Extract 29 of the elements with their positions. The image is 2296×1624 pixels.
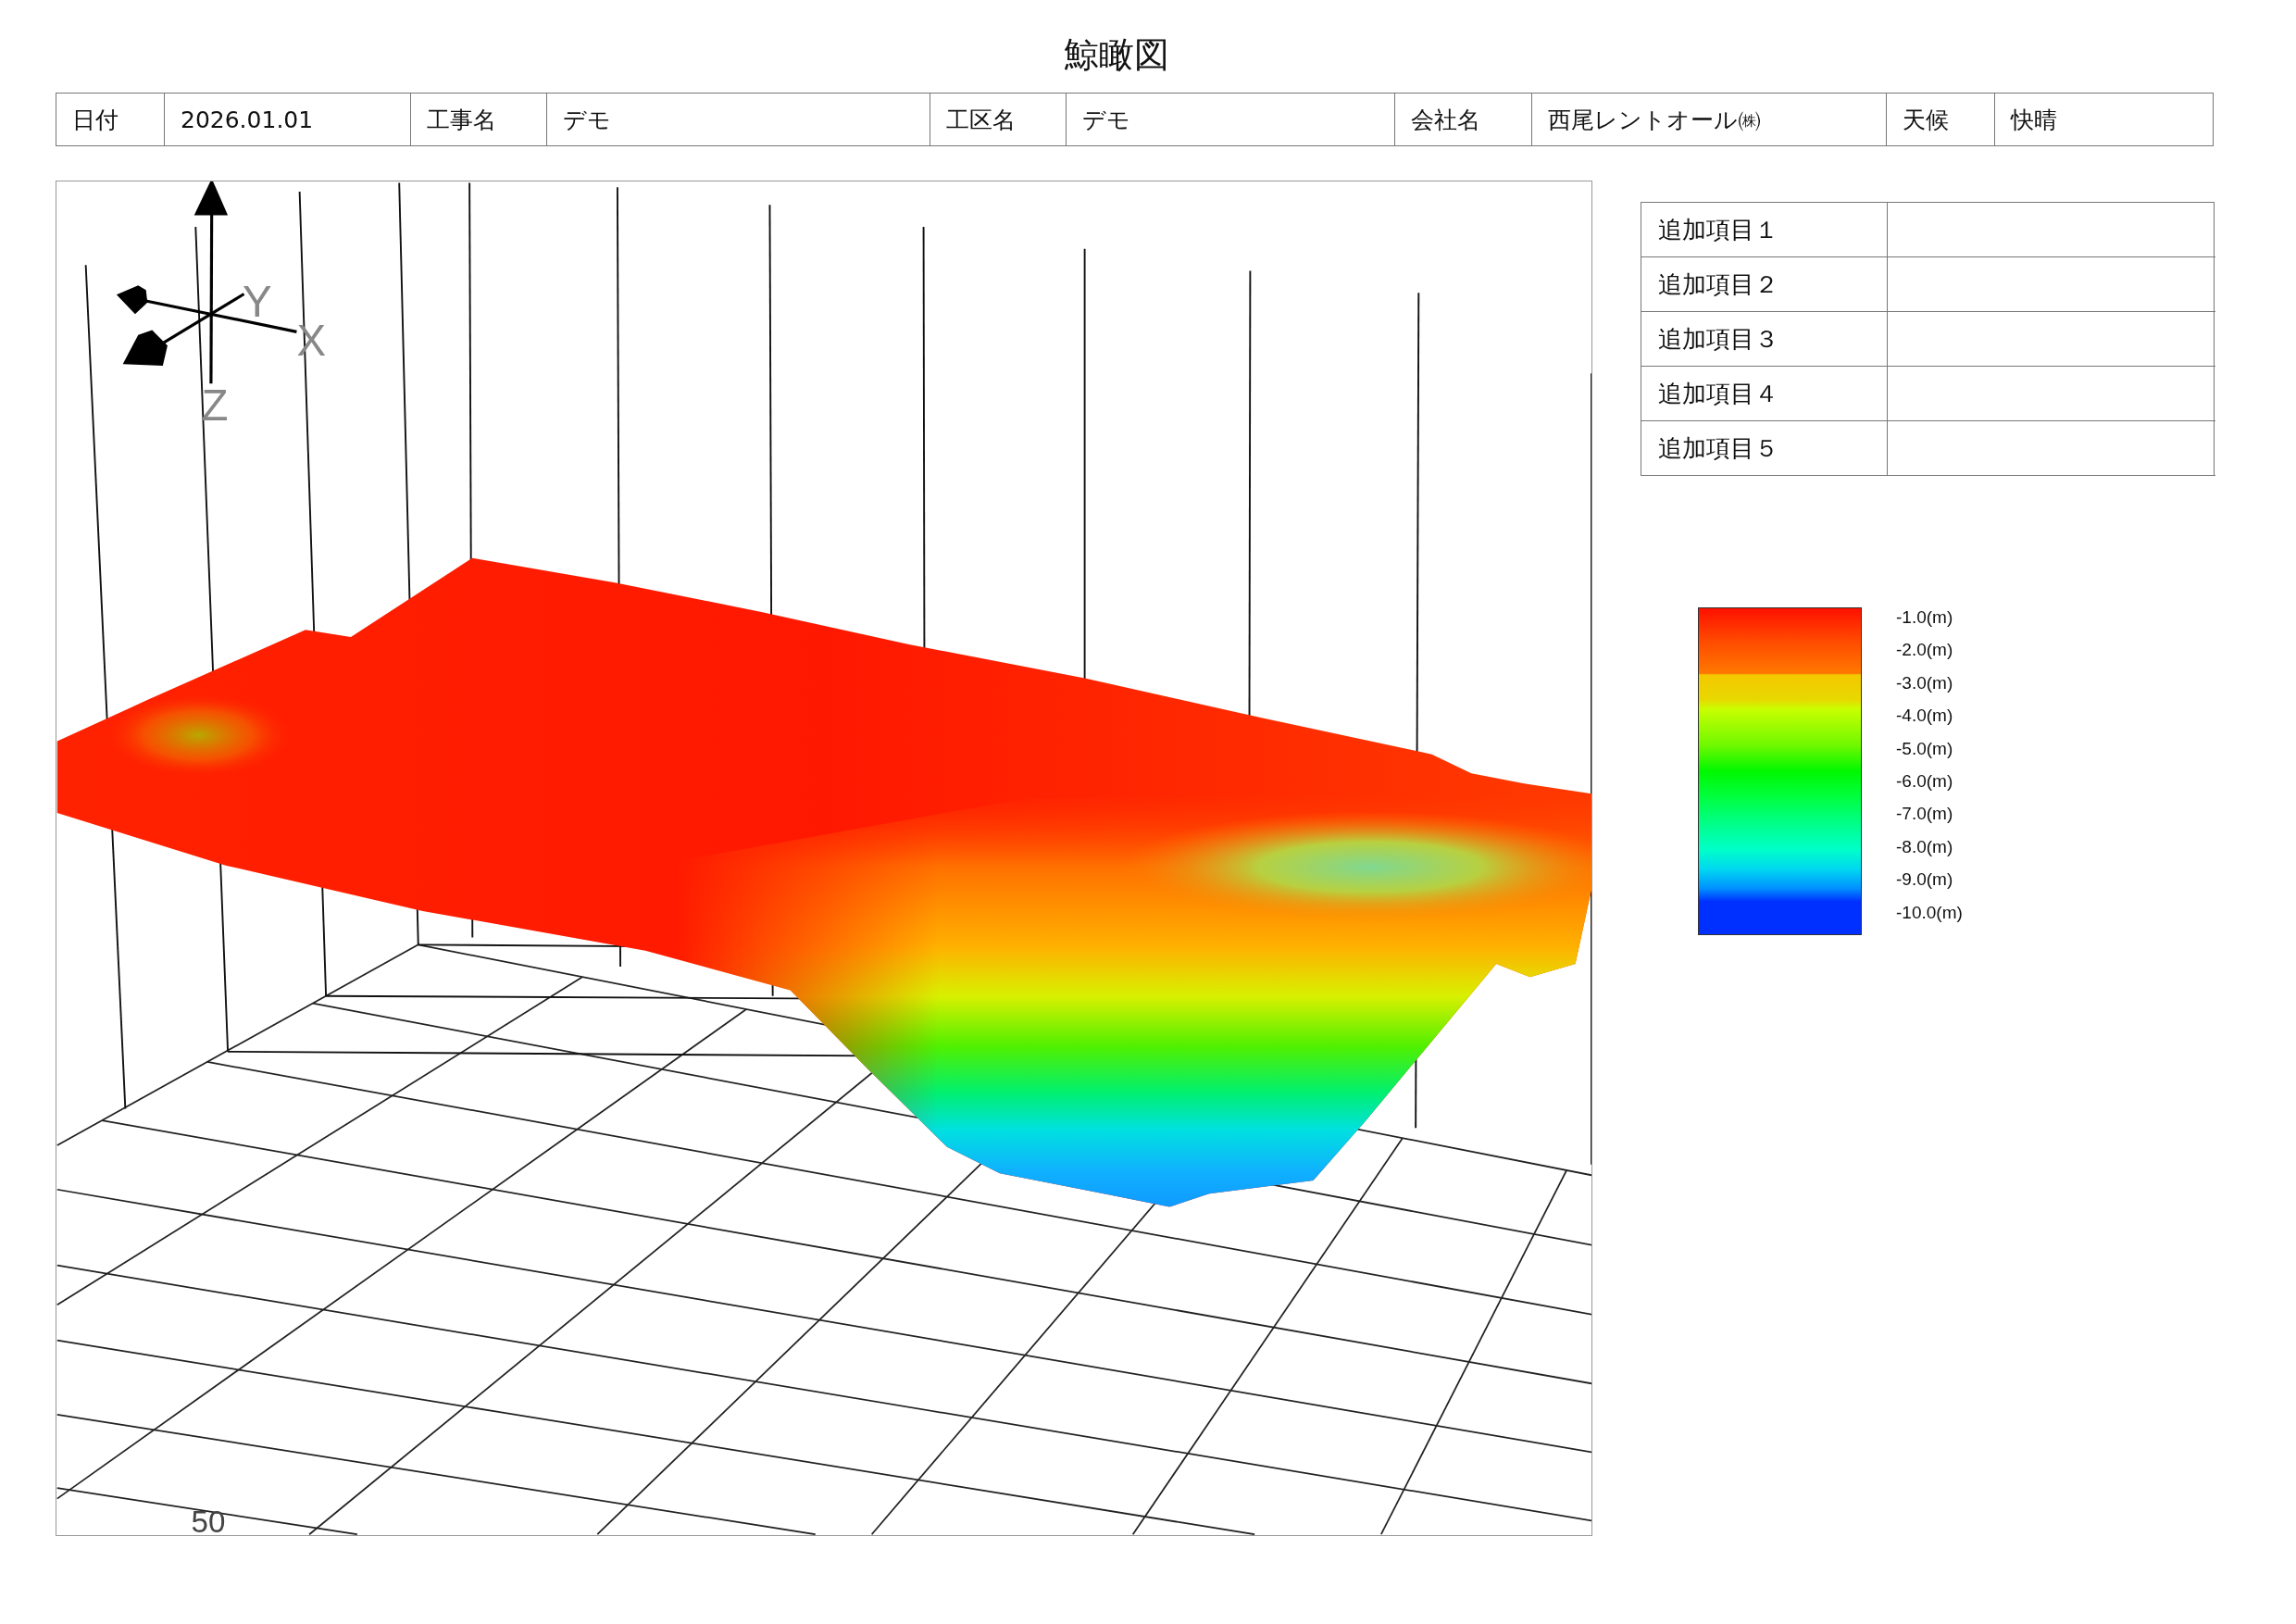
scale-label: -3.0(m) — [1896, 671, 1954, 694]
item-label: 追加項目１ — [1641, 203, 1888, 257]
field-label: 日付 — [56, 94, 165, 145]
field-value: 快晴 — [2009, 105, 2058, 135]
item-label: 追加項目２ — [1641, 257, 1888, 312]
scale-label: -7.0(m) — [1896, 803, 1954, 826]
scale-label: -5.0(m) — [1896, 737, 1954, 760]
field-value: デモ — [547, 94, 930, 145]
item-label: 追加項目５ — [1641, 421, 1888, 476]
scale-label: -2.0(m) — [1896, 639, 1954, 662]
field-label: 工区名 — [930, 94, 1067, 145]
axis-label: Y — [242, 276, 272, 326]
scale-label: -6.0(m) — [1896, 769, 1954, 793]
scale-label: -8.0(m) — [1896, 835, 1954, 858]
field-value: 2026.01.01 — [165, 94, 411, 145]
scale-label: -4.0(m) — [1896, 705, 1954, 728]
field-label: 工事名 — [411, 94, 547, 145]
scale-label: -9.0(m) — [1896, 868, 1954, 892]
grid-scale-label: 50 — [191, 1504, 226, 1535]
item-label: 追加項目４ — [1641, 367, 1888, 421]
scale-label: -1.0(m) — [1896, 606, 1954, 629]
field-label: 会社名 — [1395, 94, 1532, 145]
field-value: デモ — [1067, 94, 1395, 145]
field-label: 天候 — [1887, 94, 1995, 145]
axis-gizmo-icon — [116, 181, 297, 384]
field-value: 西尾レントオール㈱ — [1532, 94, 1887, 145]
scale-label: -10.0(m) — [1896, 901, 1963, 924]
report-title: 鯨瞰図 — [1063, 33, 1169, 76]
item-label: 追加項目３ — [1641, 312, 1888, 367]
